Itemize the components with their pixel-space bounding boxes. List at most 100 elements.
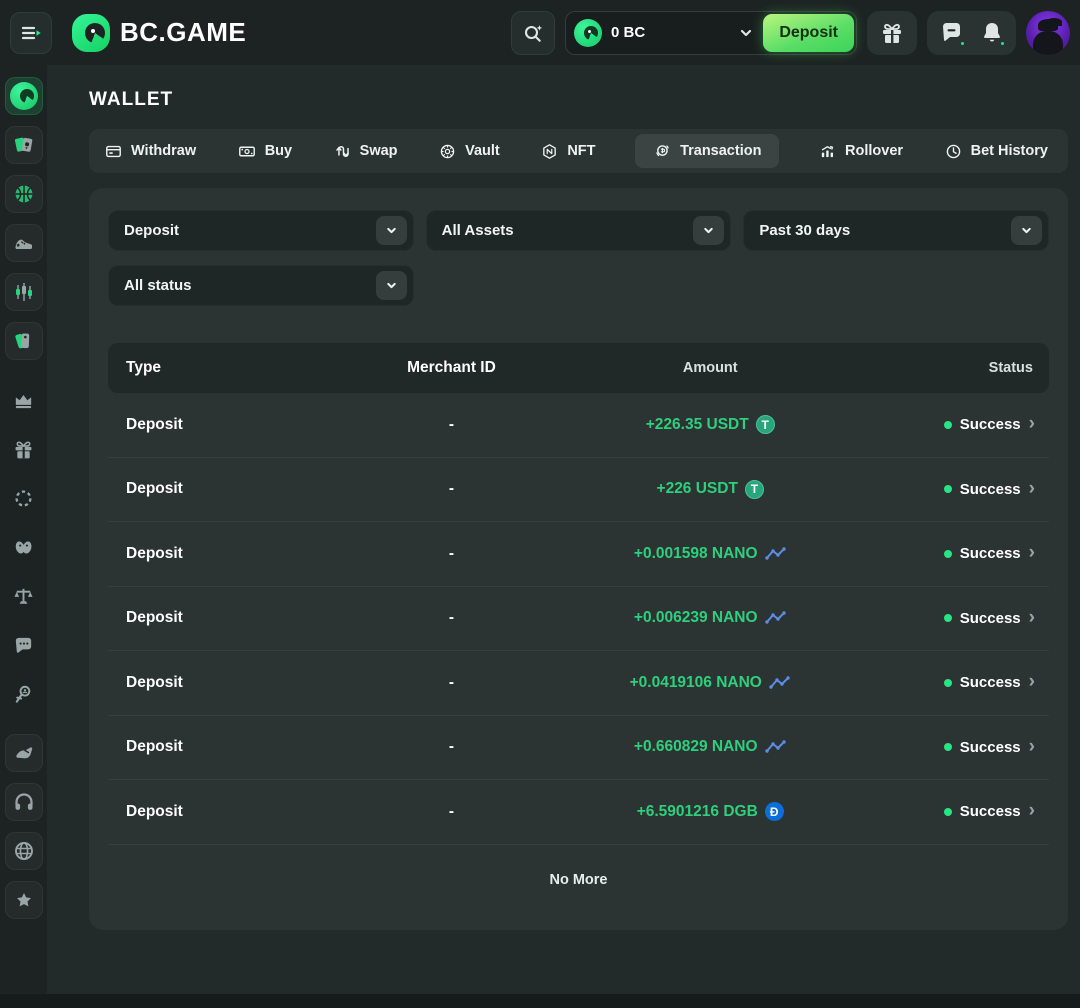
rollover-icon — [819, 143, 836, 160]
sidebar-item-fairness[interactable] — [5, 577, 43, 615]
filters: Deposit All Assets Past 30 days — [108, 210, 1049, 306]
nano-icon — [769, 676, 791, 690]
topbar: BC.GAME 0 BC Deposit — [0, 0, 1080, 65]
gift-button[interactable] — [879, 20, 905, 46]
sidebar-item-vip[interactable] — [5, 381, 43, 419]
bell-unread-dot — [999, 40, 1006, 47]
favorites-star-icon — [14, 890, 34, 910]
chat-unread-dot — [959, 40, 966, 47]
balance-selector[interactable]: 0 BC Deposit — [565, 11, 857, 55]
table-row[interactable]: Deposit - +0.0419106 NANO Success› — [108, 651, 1049, 716]
deposit-button[interactable]: Deposit — [763, 14, 854, 52]
tab-rollover[interactable]: Rollover — [817, 135, 905, 168]
sidebar-item-casino[interactable] — [5, 126, 43, 164]
usdt-icon: T — [756, 415, 775, 434]
tab-transaction[interactable]: Transaction — [635, 134, 779, 168]
tab-bet-history[interactable]: Bet History — [943, 135, 1050, 168]
search-icon — [521, 21, 545, 45]
filter-status-select[interactable]: All status — [108, 265, 414, 306]
tab-vault[interactable]: Vault — [437, 135, 502, 168]
lottery-tags-icon — [12, 329, 36, 353]
sidebar-item-favorites[interactable] — [5, 881, 43, 919]
chevron-right-icon: › — [1029, 543, 1035, 562]
language-globe-icon — [12, 839, 36, 863]
sidebar-item-sponsorship[interactable] — [5, 734, 43, 772]
research-magnifier-icon — [12, 683, 35, 706]
wallet-tabbar: Withdraw Buy Swap Vault NFT Transaction — [89, 129, 1068, 173]
forum-chat-icon — [12, 634, 35, 657]
chevron-right-icon: › — [1029, 737, 1035, 756]
chat-button[interactable] — [939, 20, 964, 45]
filter-type-select[interactable]: Deposit — [108, 210, 414, 251]
tab-buy[interactable]: Buy — [236, 135, 294, 168]
bell-button[interactable] — [980, 20, 1004, 45]
chevron-down-icon — [693, 216, 724, 245]
tab-nft[interactable]: NFT — [539, 135, 597, 168]
chevron-down-icon — [1011, 216, 1042, 245]
sidebar-item-bonus[interactable] — [5, 430, 43, 468]
header-amount: Amount — [569, 360, 851, 376]
brand[interactable]: BC.GAME — [72, 14, 246, 52]
nano-icon — [765, 547, 787, 561]
sidebar-item-research[interactable] — [5, 675, 43, 713]
success-dot — [944, 679, 952, 687]
success-dot — [944, 485, 952, 493]
sidebar-item-forum[interactable] — [5, 626, 43, 664]
trading-candles-icon — [12, 280, 36, 304]
sidebar-item-language[interactable] — [5, 832, 43, 870]
table-row[interactable]: Deposit - +226 USDTT Success› — [108, 458, 1049, 523]
mascots-icon — [12, 536, 35, 559]
success-dot — [944, 743, 952, 751]
search-button[interactable] — [511, 11, 555, 55]
page-title: WALLET — [89, 89, 1068, 111]
sidebar-item-home[interactable] — [5, 77, 43, 115]
success-dot — [944, 808, 952, 816]
filter-asset-select[interactable]: All Assets — [426, 210, 732, 251]
fairness-scale-icon — [12, 585, 35, 608]
table-row[interactable]: Deposit - +226.35 USDTT Success› — [108, 393, 1049, 458]
avatar[interactable] — [1026, 11, 1070, 55]
withdraw-icon — [105, 143, 122, 160]
table-row[interactable]: Deposit - +0.006239 NANO Success› — [108, 587, 1049, 652]
usdt-icon: T — [745, 480, 764, 499]
sidebar-item-racing[interactable] — [5, 224, 43, 262]
gift-icon — [879, 20, 905, 46]
sidebar-item-trading[interactable] — [5, 273, 43, 311]
sidebar-item-mascots[interactable] — [5, 528, 43, 566]
menu-button[interactable] — [10, 12, 52, 54]
bottom-strip — [0, 994, 1080, 1008]
tab-swap[interactable]: Swap — [332, 135, 400, 168]
table-row[interactable]: Deposit - +0.660829 NANO Success› — [108, 716, 1049, 781]
swap-icon — [334, 143, 351, 160]
chevron-down-icon — [376, 271, 407, 300]
filter-period-select[interactable]: Past 30 days — [743, 210, 1049, 251]
chevron-right-icon: › — [1029, 672, 1035, 691]
sidebar-item-rewards[interactable] — [5, 479, 43, 517]
racing-sneaker-icon — [12, 231, 36, 255]
table-row[interactable]: Deposit - +0.001598 NANO Success› — [108, 522, 1049, 587]
table-row[interactable]: Deposit - +6.5901216 DGBÐ Success› — [108, 780, 1049, 845]
clock-icon — [945, 143, 962, 160]
bc-coin-icon — [574, 19, 602, 47]
dgb-icon: Ð — [765, 802, 784, 821]
chevron-right-icon: › — [1029, 479, 1035, 498]
support-headphones-icon — [12, 790, 36, 814]
sidebar — [0, 65, 47, 1008]
tab-withdraw[interactable]: Withdraw — [103, 135, 198, 168]
sidebar-item-sports[interactable] — [5, 175, 43, 213]
table-header: Type Merchant ID Amount Status — [108, 343, 1049, 393]
transactions-table: Type Merchant ID Amount Status Deposit -… — [108, 343, 1049, 845]
promo-group — [867, 11, 917, 55]
notifications-group — [927, 11, 1016, 55]
nano-icon — [765, 740, 787, 754]
sponsorship-hand-icon — [12, 741, 36, 765]
balance-amount: 0 BC — [611, 24, 645, 41]
sidebar-item-support[interactable] — [5, 783, 43, 821]
header-merchant-id: Merchant ID — [334, 359, 569, 377]
sidebar-item-lottery[interactable] — [5, 322, 43, 360]
main-content: WALLET Withdraw Buy Swap Vault NFT — [47, 65, 1080, 1008]
success-dot — [944, 550, 952, 558]
success-dot — [944, 421, 952, 429]
nano-icon — [765, 611, 787, 625]
rewards-ring-icon — [12, 487, 35, 510]
